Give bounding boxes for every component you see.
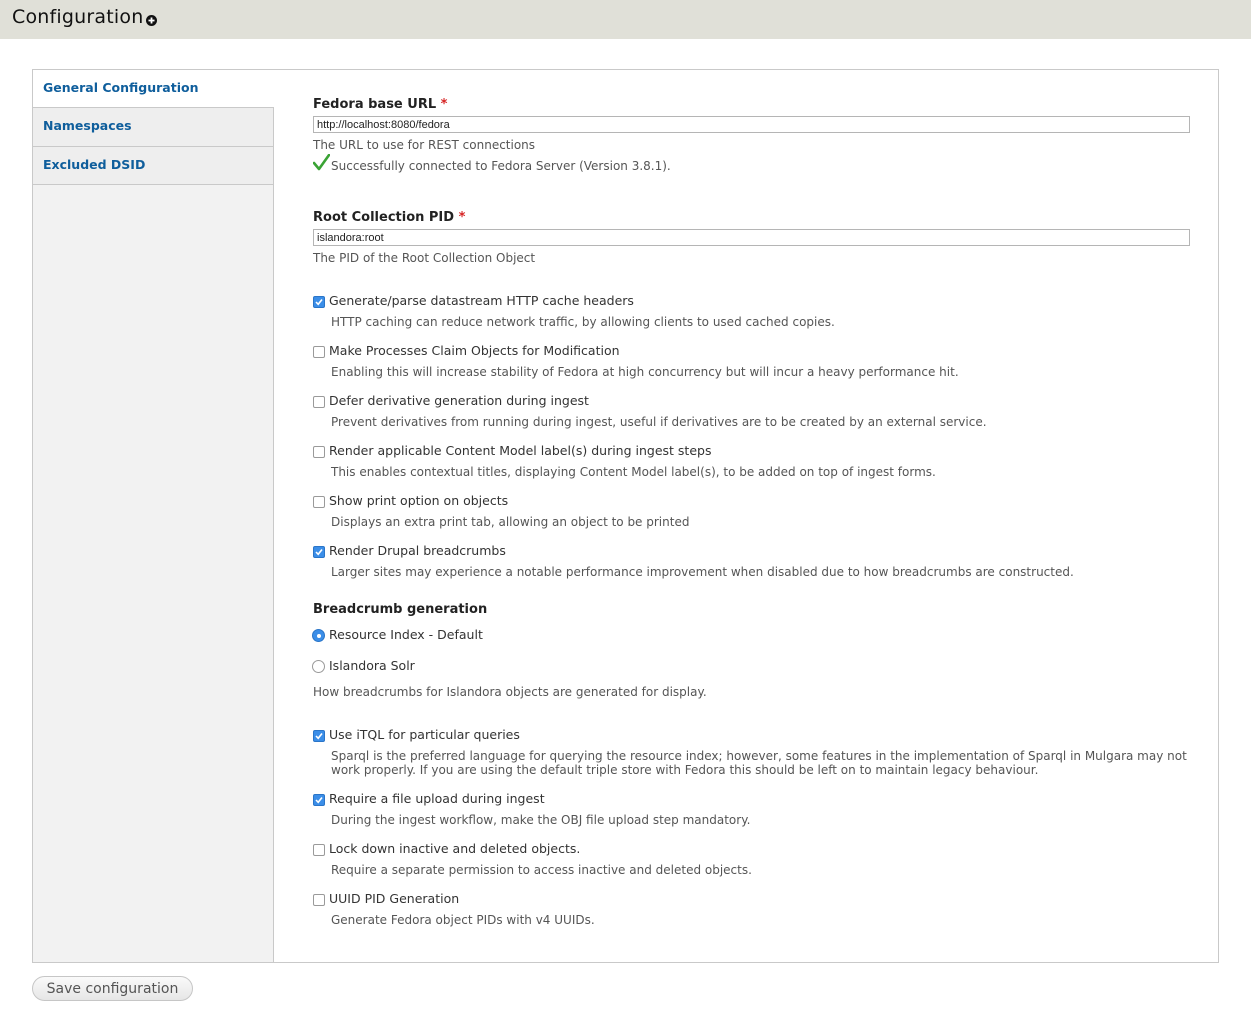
tab-label: Namespaces: [43, 118, 132, 133]
option-description: HTTP caching can reduce network traffic,…: [331, 315, 835, 329]
checkbox-lock-down[interactable]: [313, 844, 325, 856]
checkbox-claim-objects[interactable]: [313, 346, 325, 358]
check-mark-icon: [313, 154, 330, 171]
fedora-url-label: Fedora base URL *: [313, 97, 448, 112]
checkbox-defer-derivatives[interactable]: [313, 396, 325, 408]
option-description: Displays an extra print tab, allowing an…: [331, 515, 690, 529]
option-description: Larger sites may experience a notable pe…: [331, 565, 1074, 579]
option-label[interactable]: Show print option on objects: [329, 493, 508, 508]
root-pid-description: The PID of the Root Collection Object: [313, 251, 536, 265]
checkbox-http-cache[interactable]: [313, 296, 325, 308]
checkbox-uuid[interactable]: [313, 894, 325, 906]
tab-excluded-dsid[interactable]: Excluded DSID: [33, 147, 273, 185]
option-description: Require a separate permission to access …: [331, 863, 752, 877]
tab-general-configuration[interactable]: General Configuration: [33, 70, 274, 108]
option-label[interactable]: Use iTQL for particular queries: [329, 727, 520, 742]
required-marker: *: [440, 97, 448, 112]
fedora-url-input[interactable]: [313, 116, 1190, 133]
root-pid-label: Root Collection PID *: [313, 210, 466, 225]
option-description: Prevent derivatives from running during …: [331, 415, 987, 429]
breadcrumb-generation-title: Breadcrumb generation: [313, 602, 488, 617]
checkbox-file-upload[interactable]: [313, 794, 325, 806]
breadcrumb-description: How breadcrumbs for Islandora objects ar…: [313, 685, 707, 699]
save-configuration-button[interactable]: Save configuration: [32, 976, 193, 1001]
checkbox-print[interactable]: [313, 496, 325, 508]
tab-label: Excluded DSID: [43, 157, 146, 172]
fedora-url-description: The URL to use for REST connections: [313, 138, 536, 152]
checkmark-icon: [315, 797, 323, 804]
checkbox-breadcrumbs[interactable]: [313, 546, 325, 558]
radio-label[interactable]: Resource Index - Default: [329, 627, 483, 642]
radio-resource-index[interactable]: [312, 629, 325, 642]
checkmark-icon: [315, 733, 323, 740]
checkmark-icon: [315, 299, 323, 306]
option-label[interactable]: Generate/parse datastream HTTP cache hea…: [329, 293, 634, 308]
connection-status: Successfully connected to Fedora Server …: [331, 159, 671, 173]
page-title: Configuration: [12, 6, 144, 28]
option-label[interactable]: Render applicable Content Model label(s)…: [329, 443, 711, 458]
root-pid-input[interactable]: [313, 229, 1190, 246]
tab-namespaces[interactable]: Namespaces: [33, 108, 273, 147]
radio-label[interactable]: Islandora Solr: [329, 658, 415, 673]
option-label[interactable]: UUID PID Generation: [329, 891, 459, 906]
option-description: Enabling this will increase stability of…: [331, 365, 959, 379]
plus-circle-icon[interactable]: [146, 15, 157, 26]
checkmark-icon: [315, 549, 323, 556]
option-description: Sparql is the preferred language for que…: [331, 749, 1187, 777]
option-label[interactable]: Defer derivative generation during inges…: [329, 393, 589, 408]
option-description: This enables contextual titles, displayi…: [331, 465, 936, 479]
vertical-tabs-list: General Configuration Namespaces Exclude…: [33, 70, 274, 962]
required-marker: *: [458, 210, 466, 225]
option-label[interactable]: Render Drupal breadcrumbs: [329, 543, 506, 558]
checkbox-content-model-labels[interactable]: [313, 446, 325, 458]
option-label[interactable]: Lock down inactive and deleted objects.: [329, 841, 580, 856]
option-label[interactable]: Require a file upload during ingest: [329, 791, 545, 806]
page-header: Configuration: [0, 0, 1251, 39]
option-label[interactable]: Make Processes Claim Objects for Modific…: [329, 343, 620, 358]
checkbox-itql[interactable]: [313, 730, 325, 742]
option-description: Generate Fedora object PIDs with v4 UUID…: [331, 913, 595, 927]
option-description: During the ingest workflow, make the OBJ…: [331, 813, 751, 827]
tab-label: General Configuration: [43, 80, 199, 95]
radio-islandora-solr[interactable]: [312, 660, 325, 673]
